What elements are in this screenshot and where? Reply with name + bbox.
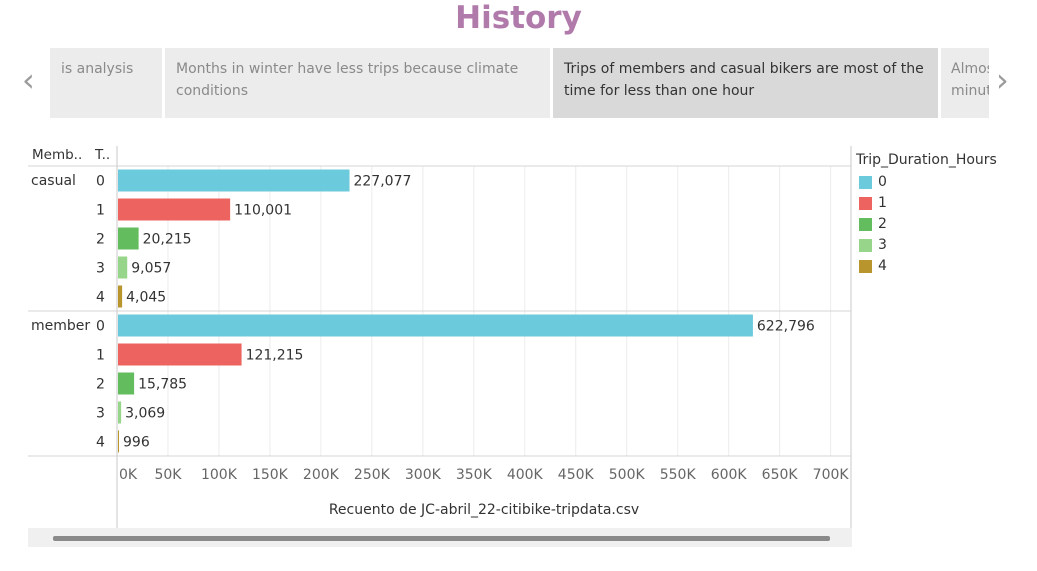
duration-label-casual-0: 0 (96, 174, 105, 190)
bar-member-1[interactable] (118, 343, 242, 366)
x-tick-label-10: 500K (609, 467, 646, 483)
bar-member-4[interactable] (118, 430, 120, 453)
group-label-casual: casual (31, 173, 76, 189)
data-label-member-4: 996 (123, 435, 150, 451)
data-label-member-0: 622,796 (757, 319, 815, 335)
x-tick-label-7: 350K (456, 467, 493, 483)
bar-casual-0[interactable] (118, 169, 350, 192)
x-tick-label-2: 100K (201, 467, 238, 483)
bar-member-0[interactable] (118, 314, 753, 337)
duration-label-casual-2: 2 (96, 232, 105, 248)
legend-label-0: 0 (878, 174, 887, 190)
legend-swatch-0 (859, 176, 872, 189)
legend-label-2: 2 (878, 216, 887, 232)
legend-label-4: 4 (878, 258, 887, 274)
x-tick-label-5: 250K (354, 467, 391, 483)
duration-label-casual-1: 1 (96, 203, 105, 219)
x-tick-label-9: 450K (558, 467, 595, 483)
bar-member-3[interactable] (118, 401, 122, 424)
legend-swatch-2 (859, 218, 872, 231)
legend-swatch-3 (859, 239, 872, 252)
x-tick-label-14: 700K (813, 467, 850, 483)
group-label-member: member (31, 318, 90, 334)
duration-label-member-3: 3 (96, 406, 105, 422)
bar-casual-4[interactable] (118, 285, 123, 308)
data-label-member-2: 15,785 (138, 377, 187, 393)
horizontal-scrollbar[interactable] (28, 528, 852, 547)
bar-chart: casual 0 227,077 1 110,001 2 20,215 3 9,057 4 4,04… (28, 146, 852, 528)
data-label-casual-0: 227,077 (353, 174, 411, 190)
x-tick-label-0: 0K (119, 467, 138, 483)
data-label-casual-4: 4,045 (126, 290, 166, 306)
bar-casual-3[interactable] (118, 256, 128, 279)
legend-swatch-4 (859, 260, 872, 273)
data-label-member-1: 121,215 (246, 348, 304, 364)
x-axis-title: Recuento de JC-abril_22-citibike-tripdat… (329, 502, 639, 518)
bar-member-2[interactable] (118, 372, 135, 395)
x-tick-label-12: 600K (711, 467, 748, 483)
legend-swatch-1 (859, 197, 872, 210)
bar-casual-1[interactable] (118, 198, 231, 221)
legend-label-1: 1 (878, 195, 887, 211)
bar-casual-2[interactable] (118, 227, 139, 250)
legend-label-3: 3 (878, 237, 887, 253)
duration-label-casual-3: 3 (96, 261, 105, 277)
x-tick-label-11: 550K (660, 467, 697, 483)
x-tick-label-1: 50K (154, 467, 182, 483)
legend-title: Trip_Duration_Hours (856, 152, 997, 168)
x-tick-label-6: 300K (405, 467, 442, 483)
x-tick-label-13: 650K (762, 467, 799, 483)
data-label-member-3: 3,069 (125, 406, 165, 422)
duration-label-member-1: 1 (96, 348, 105, 364)
data-label-casual-1: 110,001 (234, 203, 292, 219)
data-label-casual-3: 9,057 (131, 261, 171, 277)
data-label-casual-2: 20,215 (143, 232, 192, 248)
x-tick-label-8: 400K (507, 467, 544, 483)
duration-label-member-2: 2 (96, 377, 105, 393)
x-tick-label-4: 200K (303, 467, 340, 483)
duration-label-casual-4: 4 (96, 290, 105, 306)
x-tick-label-3: 150K (252, 467, 289, 483)
scrollbar-thumb[interactable] (53, 536, 830, 541)
duration-label-member-4: 4 (96, 435, 105, 451)
duration-label-member-0: 0 (96, 319, 105, 335)
